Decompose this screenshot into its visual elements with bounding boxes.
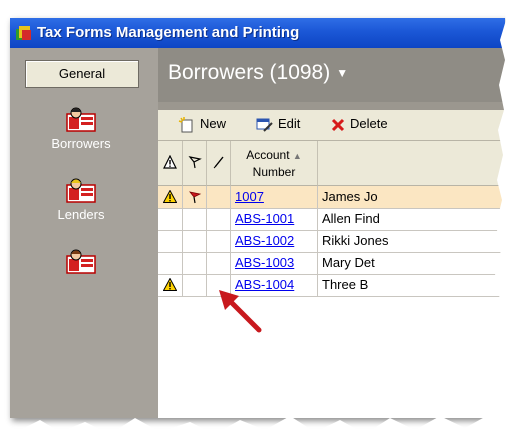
table-row[interactable]: ABS-1001 Allen Find [158, 208, 505, 231]
delete-icon [331, 118, 345, 131]
new-icon [178, 116, 193, 133]
account-number-link[interactable]: ABS-1001 [231, 208, 318, 231]
table-row[interactable]: ABS-1003 Mary Det [158, 252, 505, 275]
borrower-name: Three B [318, 274, 505, 297]
edit-icon [256, 118, 273, 132]
edit-label: Edit [278, 116, 301, 131]
section-title: Borrowers (1098) [168, 61, 331, 84]
sidebar-item-forms[interactable] [24, 248, 138, 278]
header-divider [158, 102, 505, 110]
sidebar-item-borrowers[interactable]: Borrowers [24, 106, 138, 151]
app-icon [16, 26, 31, 40]
torn-edge-right [493, 0, 515, 440]
account-number-link[interactable]: ABS-1002 [231, 230, 318, 253]
sidebar-item-lenders[interactable]: Lenders [24, 177, 138, 222]
warning-icon [162, 189, 178, 203]
new-button[interactable]: New [178, 116, 226, 133]
borrower-name: Mary Det [318, 252, 505, 275]
main-pane: Borrowers (1098) ▼ New Edit Delete Accou… [158, 48, 505, 418]
toolbar: New Edit Delete [158, 110, 505, 141]
table-row[interactable]: ABS-1004 Three B [158, 274, 505, 297]
flag-icon [188, 156, 202, 169]
chevron-down-icon: ▼ [336, 66, 349, 81]
sidebar-item-label: Lenders [57, 207, 105, 222]
navigation-pane: General Borrowers Lenders [10, 48, 158, 418]
app-window: Tax Forms Management and Printing Genera… [10, 18, 505, 418]
borrowers-icon [66, 107, 96, 132]
warning-icon [162, 277, 178, 291]
title-bar: Tax Forms Management and Printing [10, 18, 505, 48]
pencil-icon [213, 156, 224, 169]
column-header-flag[interactable] [183, 141, 207, 186]
sort-ascending-icon: ▲ [292, 151, 302, 161]
column-header-name[interactable] [318, 141, 505, 186]
column-header-account-number[interactable]: Account ▲ Number [231, 141, 318, 186]
delete-button[interactable]: Delete [330, 116, 388, 133]
column-header-edit[interactable] [207, 141, 231, 186]
borrower-name: Allen Find [318, 208, 505, 231]
sidebar-item-label: Borrowers [51, 136, 111, 151]
callout-arrow [219, 290, 262, 333]
column-label: Account [246, 148, 290, 162]
section-title-dropdown[interactable]: Borrowers (1098) ▼ [168, 61, 348, 85]
torn-edge-bottom [0, 414, 515, 440]
borrower-name: Rikki Jones [318, 230, 505, 253]
column-label: Number [252, 165, 296, 179]
lenders-icon [66, 178, 96, 203]
account-number-link[interactable]: ABS-1003 [231, 252, 318, 275]
form-icon [66, 249, 96, 274]
column-header-warning[interactable] [158, 141, 183, 186]
red-flag-icon [188, 191, 201, 204]
new-label: New [200, 116, 227, 131]
edit-button[interactable]: Edit [256, 116, 300, 133]
general-button[interactable]: General [25, 60, 139, 88]
account-number-link[interactable]: 1007 [231, 186, 318, 209]
borrower-name: James Jo [318, 186, 505, 209]
warning-icon [163, 154, 177, 169]
table-row[interactable]: 1007 James Jo [158, 186, 505, 209]
window-title: Tax Forms Management and Printing [37, 24, 300, 41]
table-row[interactable]: ABS-1002 Rikki Jones [158, 230, 505, 253]
delete-label: Delete [350, 116, 388, 131]
section-header: Borrowers (1098) ▼ [158, 48, 505, 102]
